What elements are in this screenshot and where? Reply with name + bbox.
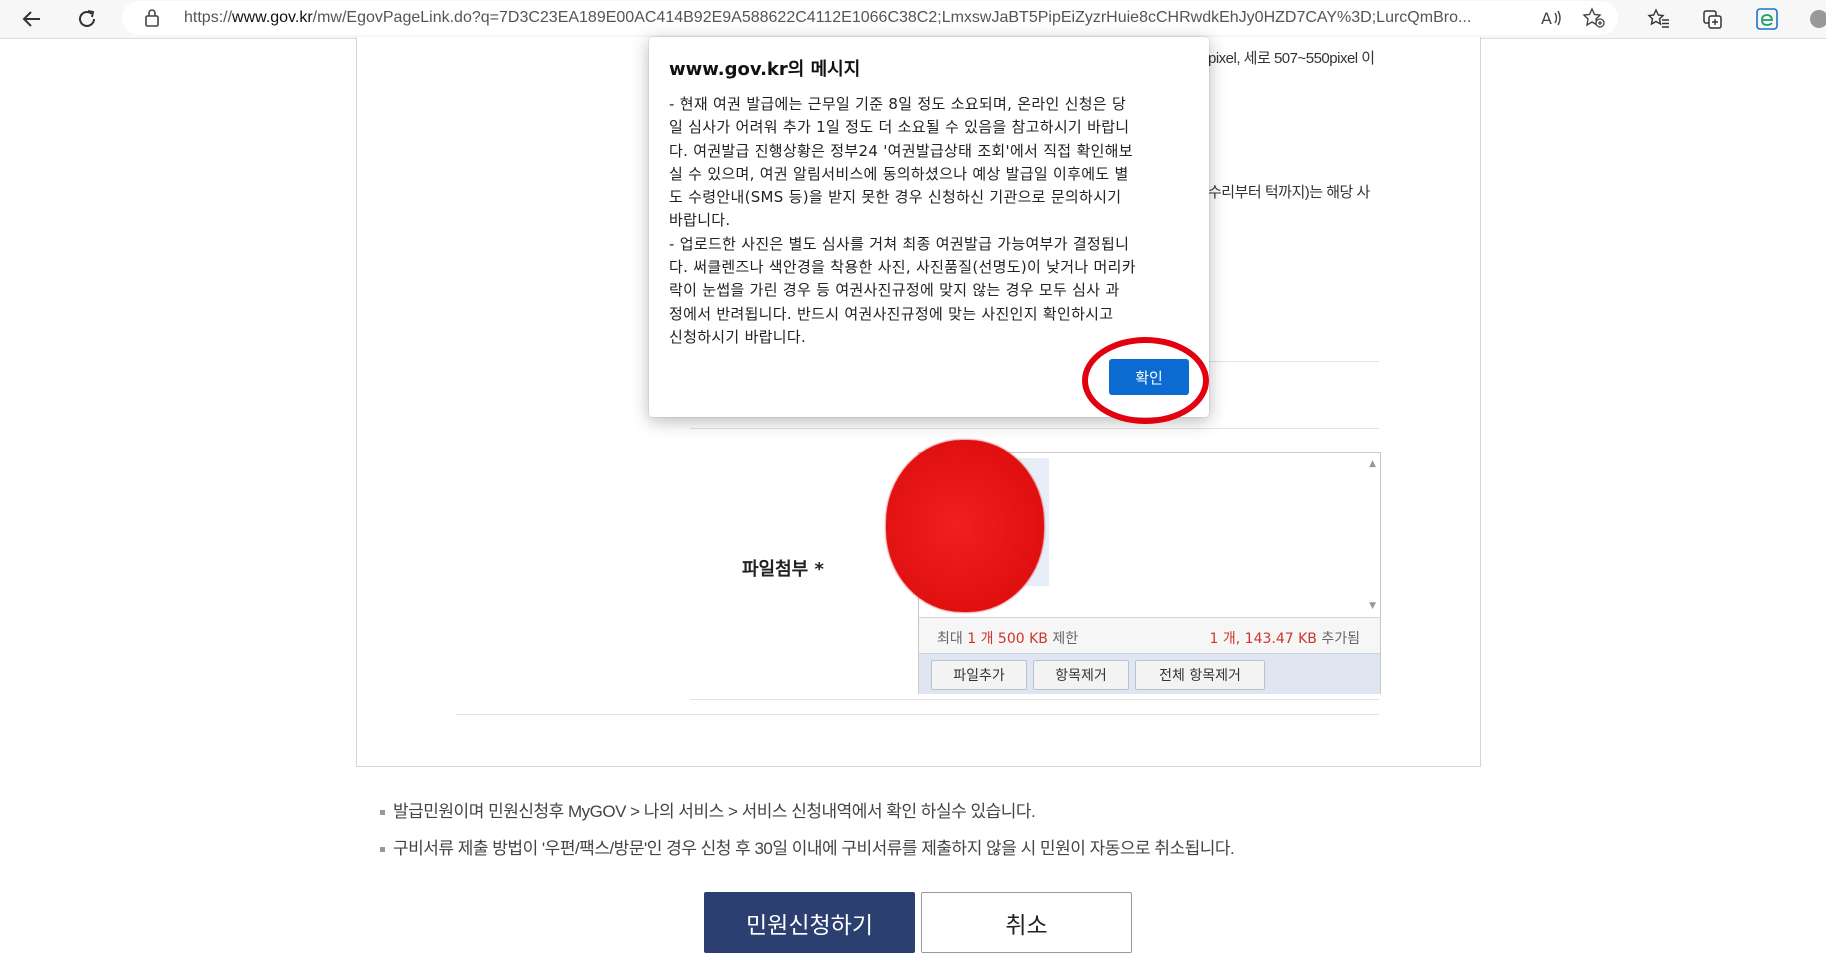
remove-item-button[interactable]: 항목제거 xyxy=(1033,660,1129,690)
lock-icon[interactable] xyxy=(144,8,160,32)
back-icon[interactable] xyxy=(17,4,47,34)
scroll-down-icon[interactable]: ▼ xyxy=(1369,601,1376,611)
star-add-icon[interactable] xyxy=(1582,7,1606,33)
file-button-bar: 파일추가 항목제거 전체 항목제거 xyxy=(919,653,1380,694)
divider xyxy=(1209,361,1379,362)
browser-toolbar: https://www.gov.kr/mw/EgovPageLink.do?q=… xyxy=(0,0,1826,39)
collections-icon[interactable] xyxy=(1698,4,1728,34)
scroll-up-icon[interactable]: ▲ xyxy=(1369,459,1376,469)
profile-avatar[interactable] xyxy=(1810,10,1826,28)
annotation-circle xyxy=(1082,337,1209,424)
background-text-2: 수리부터 턱까지)는 해당 사 xyxy=(1208,184,1370,201)
divider xyxy=(690,699,1379,700)
address-bar[interactable]: https://www.gov.kr/mw/EgovPageLink.do?q=… xyxy=(122,1,1618,35)
background-text-1: pixel, 세로 507~550pixel 이 xyxy=(1208,50,1375,67)
bullet-icon xyxy=(380,847,385,853)
file-limit-info: 최대 1 개 500 KB 제한 1 개, 143.47 KB 추가됨 xyxy=(919,617,1380,654)
notice-2: 구비서류 제출 방법이 '우편/팩스/방문'인 경우 신청 후 30일 이내에 … xyxy=(380,834,1235,859)
edge-icon[interactable] xyxy=(1752,4,1782,34)
reload-icon[interactable] xyxy=(72,4,102,34)
read-aloud-icon[interactable]: A xyxy=(1540,7,1564,33)
bullet-icon xyxy=(380,810,385,816)
divider xyxy=(690,428,1379,429)
favorites-icon[interactable] xyxy=(1644,4,1674,34)
divider xyxy=(456,714,1379,715)
svg-text:A: A xyxy=(1541,9,1552,28)
notice-1: 발급민원이며 민원신청후 MyGOV > 나의 서비스 > 서비스 신청내역에서… xyxy=(380,797,1036,822)
remove-all-button[interactable]: 전체 항목제거 xyxy=(1135,660,1265,690)
dialog-title: www.gov.kr의 메시지 xyxy=(669,59,861,80)
url-text[interactable]: https://www.gov.kr/mw/EgovPageLink.do?q=… xyxy=(184,9,1574,27)
add-file-button[interactable]: 파일추가 xyxy=(931,660,1027,690)
cancel-button[interactable]: 취소 xyxy=(921,892,1132,953)
dialog-message: - 현재 여권 발급에는 근무일 기준 8일 정도 소요되며, 온라인 신청은 … xyxy=(669,95,1136,346)
file-attach-label: 파일첨부 * xyxy=(742,559,824,580)
submit-application-button[interactable]: 민원신청하기 xyxy=(704,892,915,953)
redaction-mark xyxy=(886,440,1044,612)
